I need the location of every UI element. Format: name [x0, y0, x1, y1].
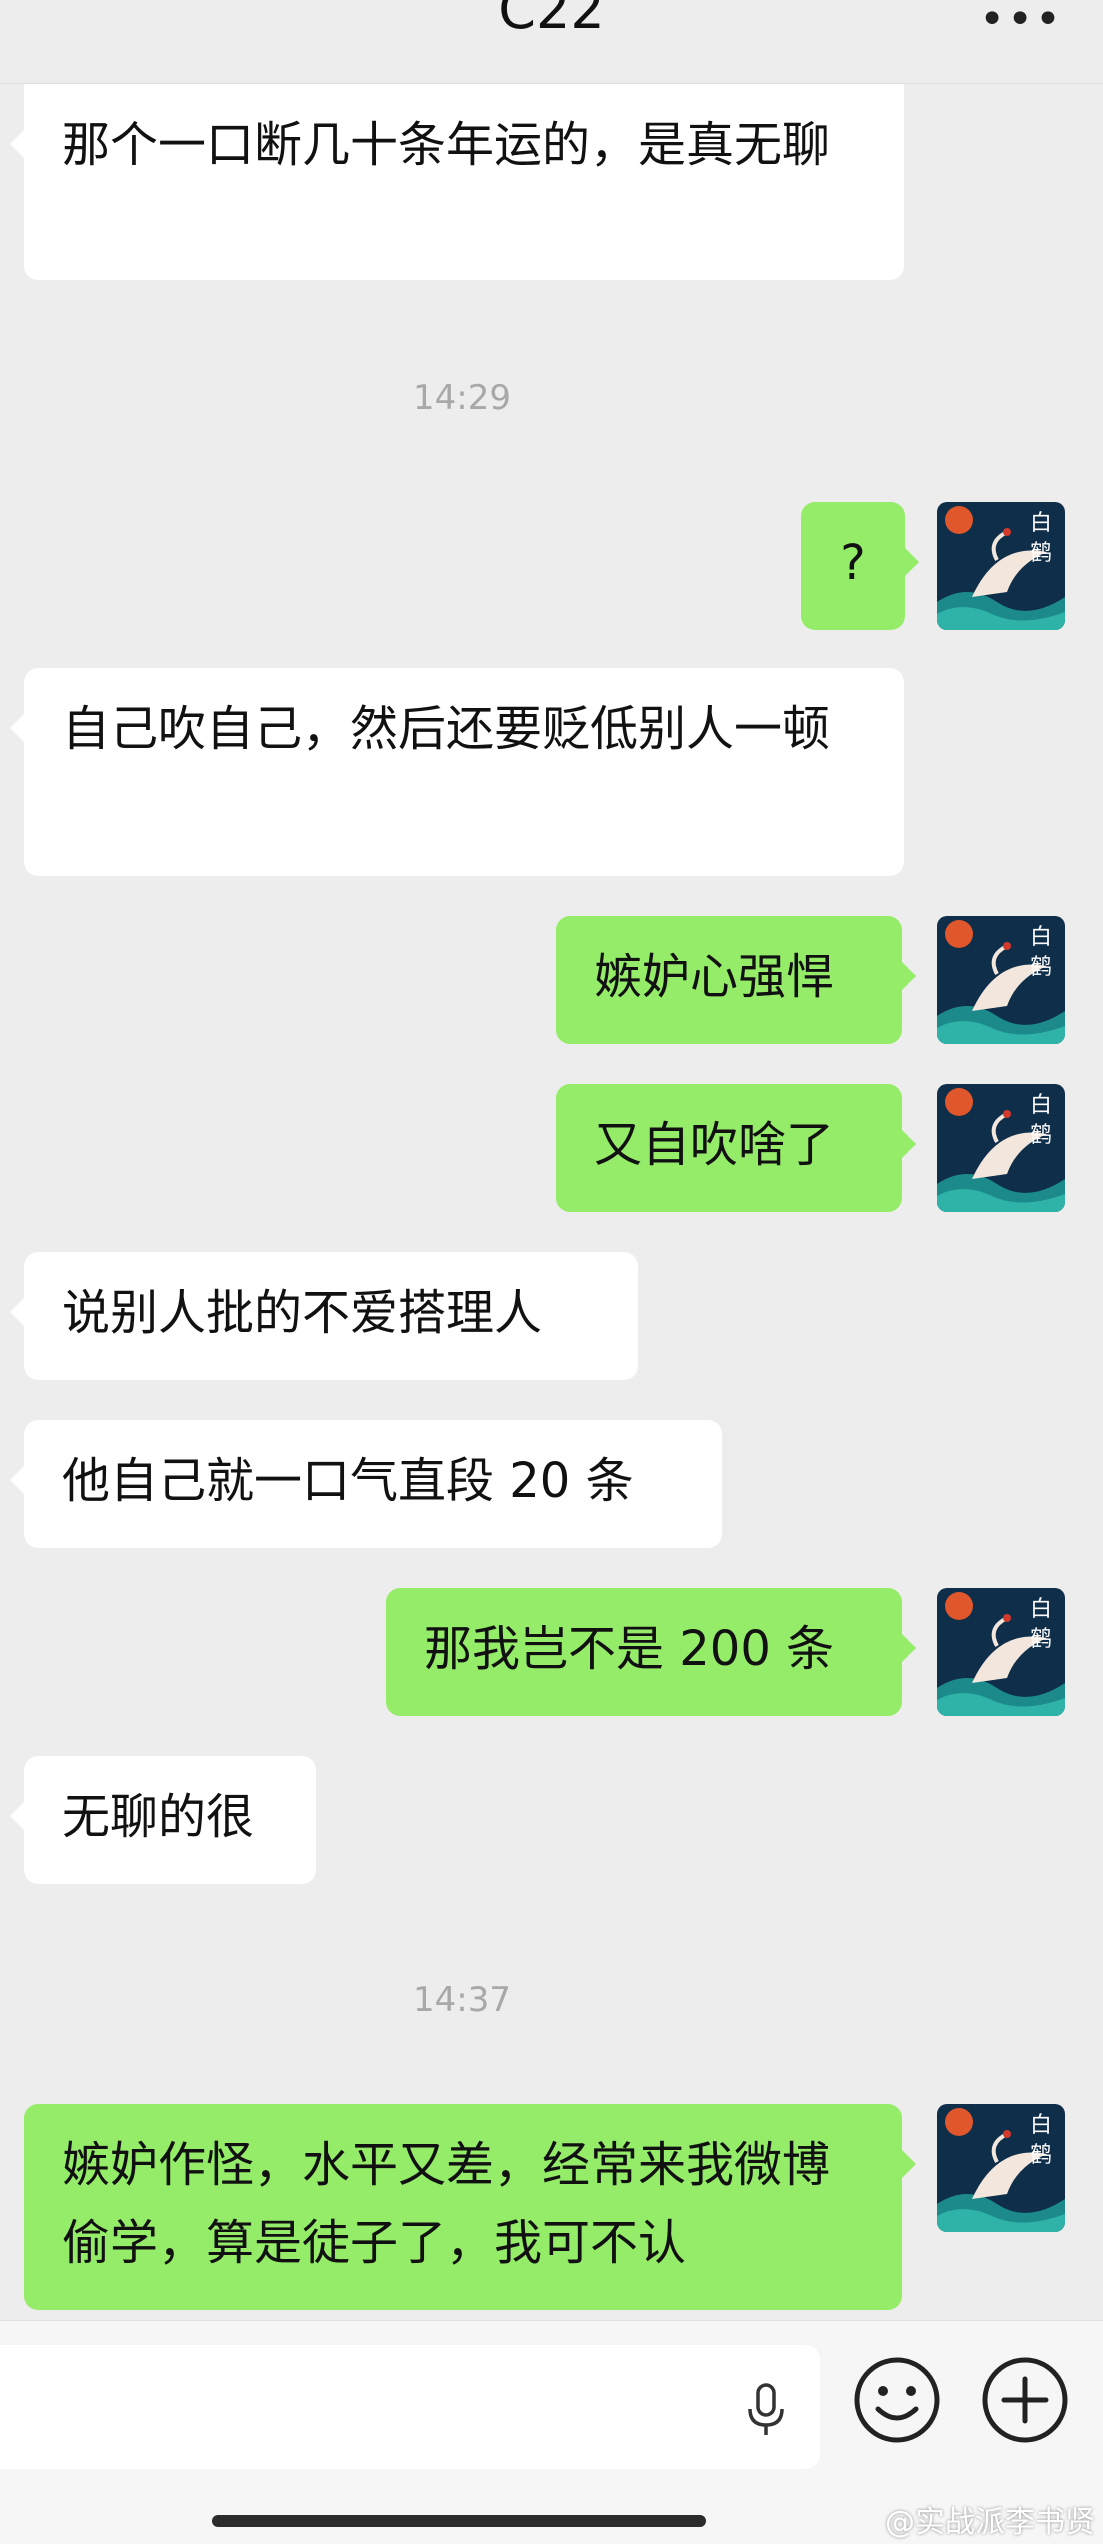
message-text: 嫉妒心强悍	[594, 949, 835, 1005]
message-bubble-incoming[interactable]: 他自己就一口气直段 20 条	[10, 1420, 722, 1548]
svg-text:白: 白	[1030, 511, 1052, 536]
home-indicator[interactable]	[212, 2515, 706, 2527]
message-text: ?	[840, 535, 866, 591]
more-dots-icon[interactable]: •••	[979, 0, 1063, 45]
chat-title[interactable]: C22	[0, 0, 1103, 41]
svg-text:白: 白	[1030, 1597, 1052, 1622]
crane-avatar-icon[interactable]: 白 鹤	[937, 1588, 1065, 1716]
chat-header: C22 •••	[0, 0, 1103, 84]
svg-text:鹤: 鹤	[1030, 1123, 1052, 1148]
message-bubble-incoming[interactable]: 自己吹自己，然后还要贬低别人一顿	[10, 668, 904, 876]
message-bubble-incoming[interactable]: 无聊的很	[10, 1756, 316, 1884]
svg-text:白: 白	[1030, 1093, 1052, 1118]
message-text: 那个一口断几十条年运的，是真无聊	[62, 117, 831, 173]
message-bubble-outgoing[interactable]: ?	[801, 502, 919, 630]
message-list[interactable]: 那个一口断几十条年运的，是真无聊 14:29 ? 白 鹤 自己吹自己，然后还要贬…	[0, 84, 1103, 2320]
crane-avatar-icon[interactable]: 白 鹤	[937, 1084, 1065, 1212]
message-text: 嫉妒作怪，水平又差，经常来我微博偷学，算是徒子了，我可不认	[62, 2137, 831, 2271]
message-bubble-incoming[interactable]: 那个一口断几十条年运的，是真无聊	[10, 84, 904, 280]
plus-icon[interactable]	[980, 2355, 1070, 2445]
crane-avatar-icon[interactable]: 白 鹤	[937, 2104, 1065, 2232]
svg-text:鹤: 鹤	[1030, 2143, 1052, 2168]
svg-text:鹤: 鹤	[1030, 955, 1052, 980]
message-text: 又自吹啥了	[594, 1117, 835, 1173]
message-text: 无聊的很	[62, 1789, 255, 1845]
svg-text:鹤: 鹤	[1030, 1627, 1052, 1652]
message-bubble-incoming[interactable]: 说别人批的不爱搭理人	[10, 1252, 638, 1380]
microphone-icon[interactable]	[736, 2379, 796, 2439]
emoji-icon[interactable]	[852, 2355, 942, 2445]
message-input[interactable]	[0, 2345, 820, 2469]
crane-avatar-icon[interactable]: 白 鹤	[937, 916, 1065, 1044]
timestamp: 14:29	[413, 378, 511, 418]
message-bubble-outgoing[interactable]: 又自吹啥了	[556, 1084, 916, 1212]
message-bubble-outgoing[interactable]: 嫉妒心强悍	[556, 916, 916, 1044]
svg-text:白: 白	[1030, 2113, 1052, 2138]
message-bubble-outgoing[interactable]: 那我岂不是 200 条	[386, 1588, 916, 1716]
message-text: 他自己就一口气直段 20 条	[62, 1453, 634, 1509]
input-bar: @实战派李书贤	[0, 2320, 1103, 2544]
svg-text:白: 白	[1030, 925, 1052, 950]
message-text: 那我岂不是 200 条	[424, 1621, 835, 1677]
message-bubble-outgoing[interactable]: 嫉妒作怪，水平又差，经常来我微博偷学，算是徒子了，我可不认	[24, 2104, 916, 2310]
timestamp: 14:37	[413, 1980, 511, 2020]
message-text: 自己吹自己，然后还要贬低别人一顿	[62, 701, 831, 757]
crane-avatar-icon[interactable]: 白 鹤	[937, 502, 1065, 630]
svg-text:鹤: 鹤	[1030, 541, 1052, 566]
message-text: 说别人批的不爱搭理人	[62, 1285, 543, 1341]
watermark: @实战派李书贤	[885, 2505, 1095, 2540]
